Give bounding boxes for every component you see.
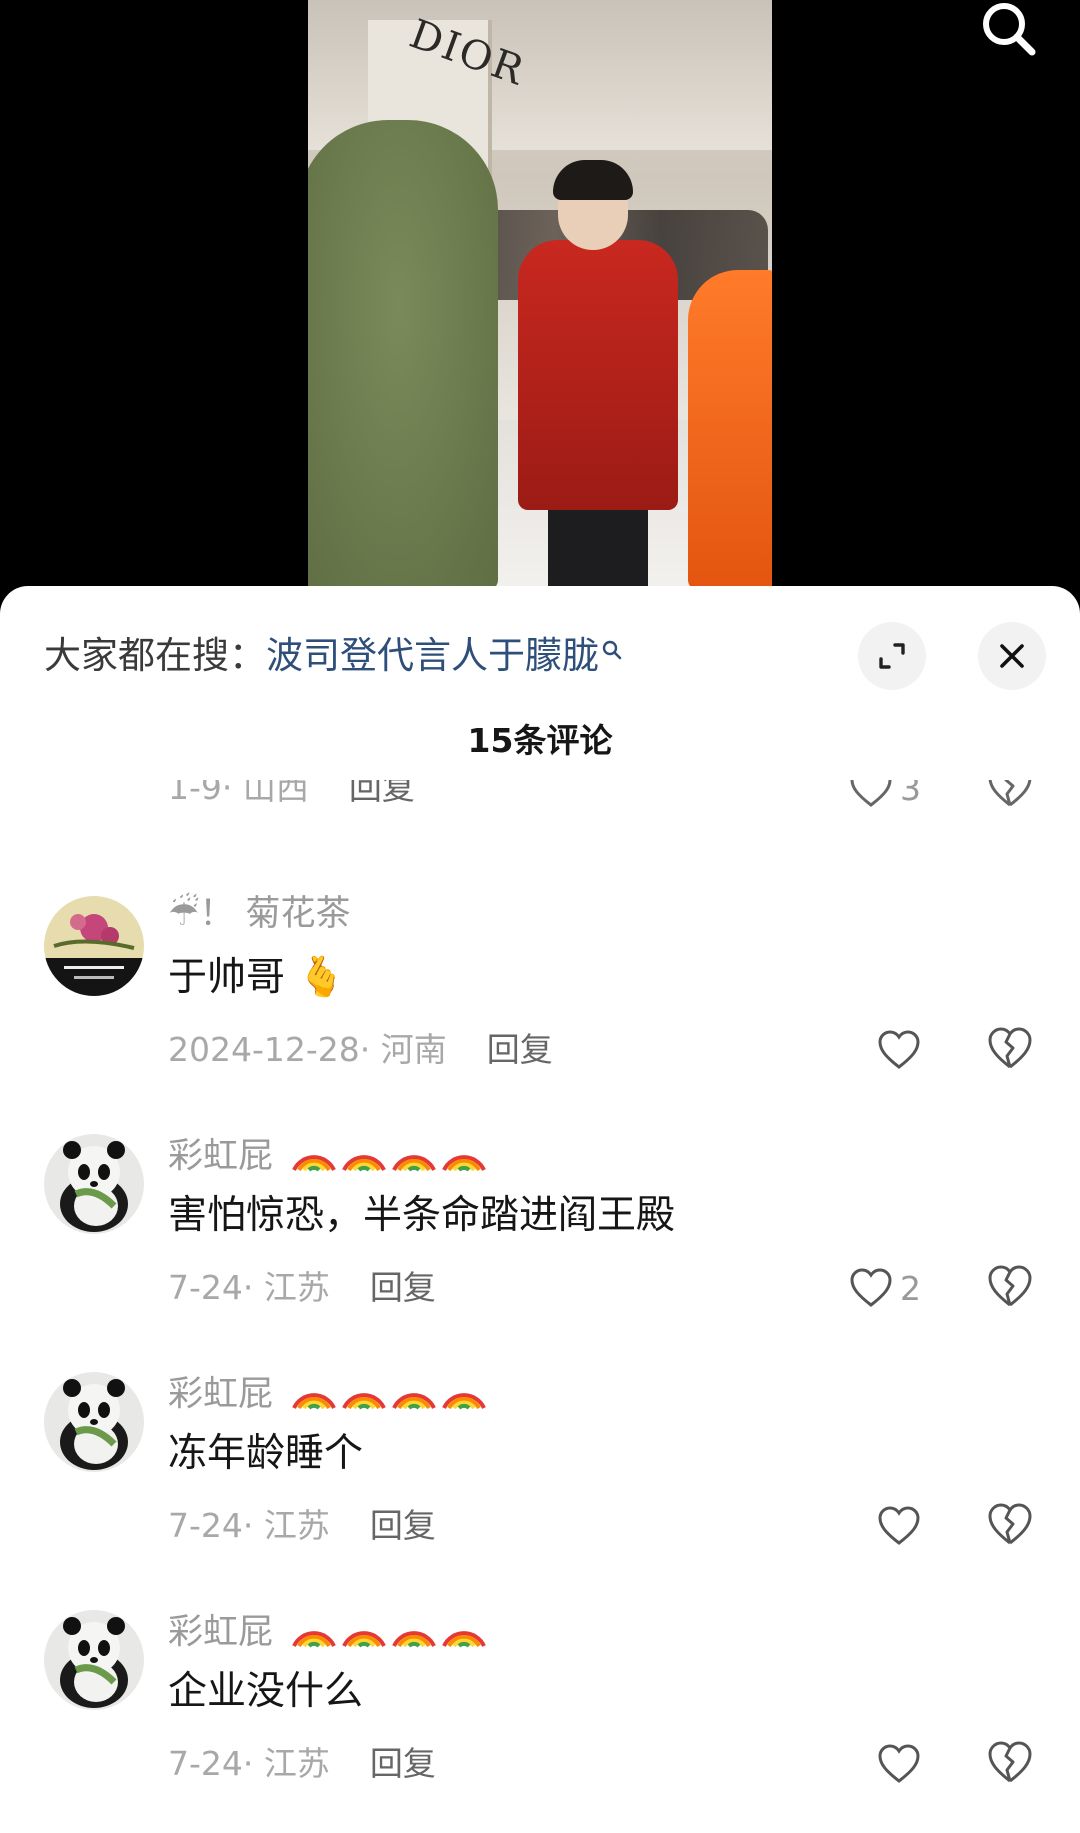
trending-search-prefix: 大家都在搜：	[44, 634, 266, 677]
dislike-button[interactable]	[986, 1026, 1034, 1074]
rainbow-icon	[292, 1155, 486, 1172]
dislike-button[interactable]	[986, 1264, 1034, 1312]
comment-meta-row: 2024-12-28· 河南 回复	[168, 1020, 553, 1080]
comment-item: 彩虹屁 企业没什么 7-24· 江苏 回复	[0, 1606, 1080, 1826]
comment-username[interactable]: 彩虹屁	[168, 1368, 488, 1415]
comment-meta-row: 7-24· 江苏 回复	[168, 1496, 436, 1556]
heart-outline-icon	[878, 1506, 920, 1545]
comment-item: 彩虹屁 冻年龄睡个 7-24· 江苏 回复	[0, 1368, 1080, 1588]
like-count: 3	[900, 780, 921, 808]
rainbow-emoji-group	[288, 1606, 488, 1661]
comment-text: 于帅哥 🫰	[168, 955, 346, 1000]
reply-button[interactable]: 回复	[370, 1506, 436, 1545]
comment-meta: 7-24· 江苏	[168, 1744, 330, 1783]
screen: DIOR 大家都在搜：波司登代言人于朦胧 15条评论 1-9· 山西 回复 3 …	[0, 0, 1080, 1833]
heart-outline-icon	[878, 1030, 920, 1069]
broken-heart-icon	[988, 1741, 1032, 1783]
reply-button[interactable]: 回复	[349, 780, 415, 807]
video-player[interactable]: DIOR	[0, 0, 1080, 600]
comment-sheet: 大家都在搜：波司登代言人于朦胧 15条评论 1-9· 山西 回复 3 ☔！ 菊花…	[0, 586, 1080, 1833]
comment-username[interactable]: ☔！ 菊花茶	[168, 892, 351, 936]
video-frame[interactable]: DIOR	[308, 0, 772, 590]
comment-meta: 7-24· 江苏	[168, 1506, 330, 1545]
avatar[interactable]	[44, 896, 144, 996]
dislike-button[interactable]	[986, 780, 1034, 812]
comment-meta: 1-9· 山西	[168, 780, 309, 807]
partial-meta-row: 1-9· 山西 回复	[168, 780, 415, 816]
like-count: 2	[900, 1268, 921, 1308]
comment-username-text: 彩虹屁	[168, 1374, 274, 1415]
comment-username-text: 彩虹屁	[168, 1136, 274, 1177]
broken-heart-icon	[988, 1027, 1032, 1069]
rainbow-emoji-group	[288, 1130, 488, 1185]
search-icon	[983, 3, 1036, 56]
like-button[interactable]	[876, 1496, 928, 1556]
comment-username[interactable]: 彩虹屁	[168, 1130, 488, 1177]
reply-button[interactable]: 回复	[370, 1268, 436, 1307]
comment-item: ☔！ 菊花茶 于帅哥 🫰 2024-12-28· 河南 回复	[0, 892, 1080, 1112]
heart-outline-icon	[850, 1268, 892, 1307]
like-button[interactable]	[876, 1734, 928, 1794]
reply-button[interactable]: 回复	[487, 1030, 553, 1069]
dislike-button[interactable]	[986, 1502, 1034, 1550]
comment-username-text: 彩虹屁	[168, 1612, 274, 1653]
close-icon	[1000, 644, 1024, 668]
trending-search-query[interactable]: 波司登代言人于朦胧	[266, 634, 599, 677]
heart-outline-icon	[850, 780, 892, 807]
close-button[interactable]	[978, 622, 1046, 690]
avatar-flower-painting-image	[44, 896, 144, 996]
like-button[interactable]: 3	[848, 780, 921, 816]
comment-username[interactable]: 彩虹屁	[168, 1606, 488, 1653]
rainbow-icon	[292, 1393, 486, 1410]
comment-item: 彩虹屁 害怕惊恐，半条命踏进阎王殿 7-24· 江苏 回复 2	[0, 1130, 1080, 1350]
comment-text: 冻年龄睡个	[168, 1431, 364, 1476]
comment-meta-row: 7-24· 江苏 回复	[168, 1734, 436, 1794]
comment-text: 害怕惊恐，半条命踏进阎王殿	[168, 1193, 676, 1238]
search-button[interactable]	[974, 0, 1044, 60]
like-button[interactable]: 2	[848, 1258, 921, 1318]
reply-button[interactable]: 回复	[370, 1744, 436, 1783]
avatar[interactable]	[44, 1372, 144, 1472]
video-person-hair	[553, 160, 633, 200]
comment-meta-row: 7-24· 江苏 回复	[168, 1258, 436, 1318]
heart-outline-icon	[878, 1744, 920, 1783]
partial-comment-inner: 1-9· 山西 回复 3	[0, 780, 1080, 816]
comments-count-title: 15条评论	[467, 721, 613, 760]
partial-comment-row: 1-9· 山西 回复 3	[0, 780, 1080, 816]
broken-heart-icon	[988, 780, 1032, 807]
broken-heart-icon	[988, 1265, 1032, 1307]
small-search-icon	[601, 622, 623, 682]
avatar[interactable]	[44, 1610, 144, 1710]
comment-meta: 2024-12-28· 河南	[168, 1030, 447, 1069]
avatar-panda-image	[44, 1134, 144, 1234]
like-button[interactable]	[876, 1020, 928, 1080]
avatar-panda-image	[44, 1372, 144, 1472]
comment-meta: 7-24· 江苏	[168, 1268, 330, 1307]
rainbow-emoji-group	[288, 1368, 488, 1423]
avatar[interactable]	[44, 1134, 144, 1234]
expand-icon	[879, 643, 905, 669]
avatar-panda-image	[44, 1610, 144, 1710]
rainbow-icon	[292, 1631, 486, 1648]
video-person-green	[308, 120, 498, 590]
comment-text: 企业没什么	[168, 1669, 364, 1714]
trending-search-hint[interactable]: 大家都在搜：波司登代言人于朦胧	[44, 626, 623, 686]
expand-button[interactable]	[858, 622, 926, 690]
dislike-button[interactable]	[986, 1740, 1034, 1788]
video-person-pants	[548, 500, 648, 590]
video-person-red-jacket	[518, 240, 678, 510]
video-person-orange	[688, 270, 772, 590]
broken-heart-icon	[988, 1503, 1032, 1545]
